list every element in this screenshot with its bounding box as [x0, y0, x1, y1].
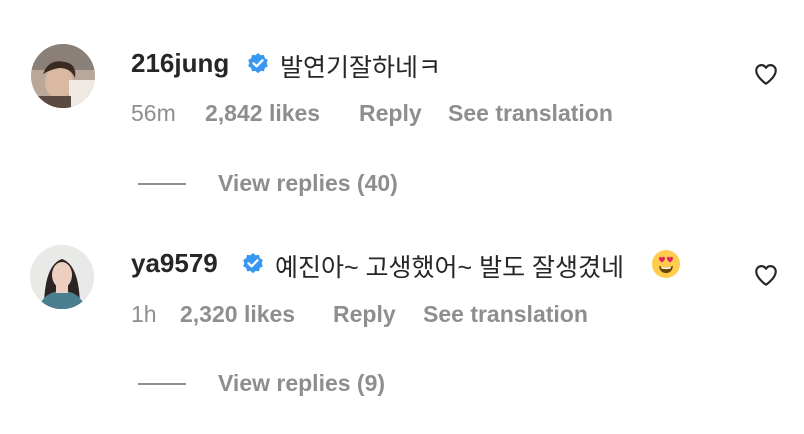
replies-divider — [138, 183, 186, 185]
verified-badge-icon — [248, 53, 268, 74]
reply-button[interactable]: Reply — [359, 100, 422, 127]
comment-time: 1h — [131, 301, 157, 327]
like-count[interactable]: 2,842 likes — [205, 100, 320, 127]
comment-item: 216jung 발연기잘하네ㅋ 56m 2,842 likes Reply Se… — [0, 0, 804, 217]
heart-icon[interactable] — [753, 61, 779, 87]
comment-text: 예진아~ 고생했어~ 발도 잘생겼네 — [275, 254, 625, 282]
comment-username[interactable]: ya9579 — [131, 248, 218, 279]
reply-button[interactable]: Reply — [333, 301, 396, 328]
avatar[interactable] — [31, 44, 95, 108]
avatar[interactable] — [30, 245, 94, 309]
comment-time: 56m — [131, 100, 176, 126]
see-translation-button[interactable]: See translation — [448, 100, 613, 127]
view-replies-button[interactable]: View replies (40) — [218, 170, 398, 197]
verified-badge-icon — [243, 253, 263, 274]
avatar-image — [31, 44, 95, 108]
comment-username[interactable]: 216jung — [131, 48, 229, 79]
see-translation-button[interactable]: See translation — [423, 301, 588, 328]
comment-item: ya9579 예진아~ 고생했어~ 발도 잘생겼네 1h 2,320 likes… — [0, 217, 804, 434]
like-count[interactable]: 2,320 likes — [180, 301, 295, 328]
avatar-image — [30, 245, 94, 309]
heart-eyes-emoji — [652, 250, 680, 278]
view-replies-button[interactable]: View replies (9) — [218, 370, 385, 397]
heart-icon[interactable] — [753, 262, 779, 288]
comment-text: 발연기잘하네ㅋ — [280, 54, 442, 82]
replies-divider — [138, 383, 186, 385]
